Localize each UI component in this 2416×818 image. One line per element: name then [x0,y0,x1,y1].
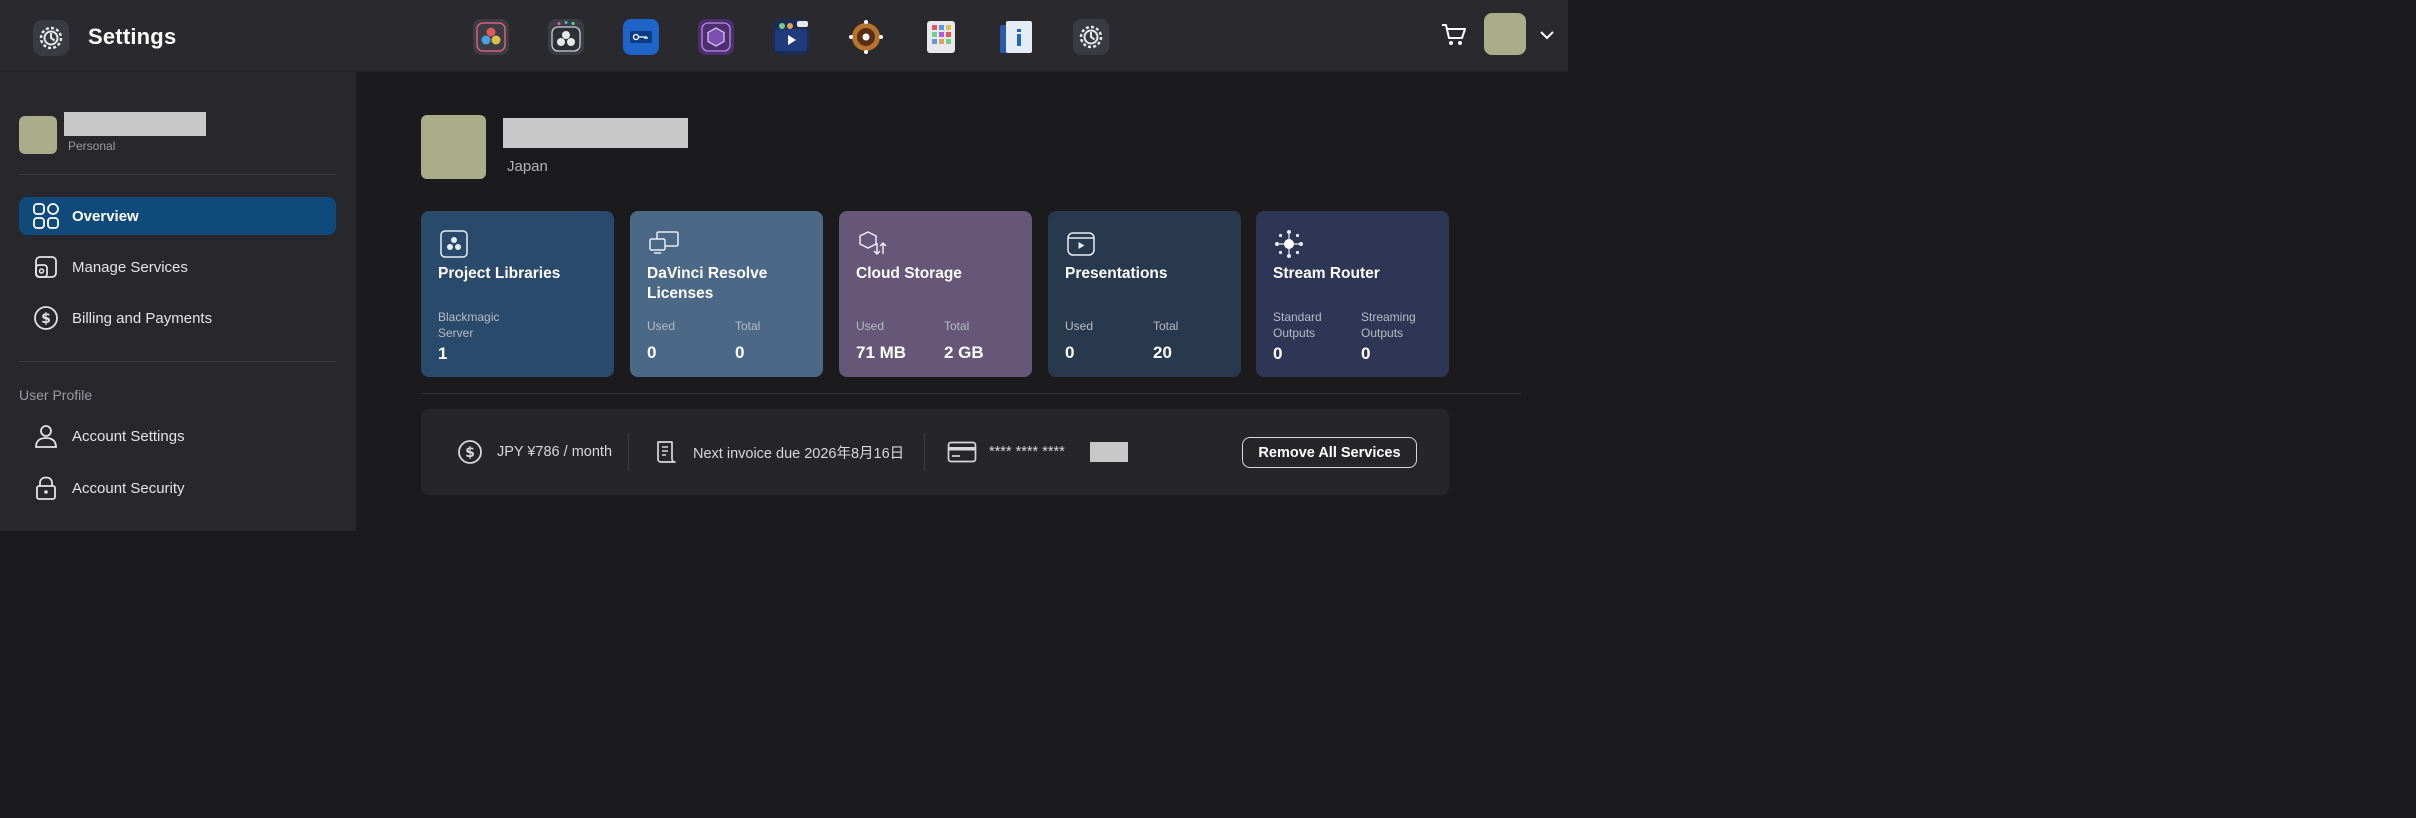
user-avatar[interactable] [1484,13,1526,55]
stat-value: 0 [1065,343,1075,362]
stat-value: 0 [1361,344,1371,363]
card-title: DaVinci Resolve Licenses [647,265,768,302]
top-bar: Settings [0,0,1568,72]
card-presentations[interactable]: Presentations Used 0 Total 20 [1048,211,1241,377]
sidebar: Personal Overview Manage Services $ Bill… [0,72,356,531]
redacted-card-digits [1090,442,1128,462]
stat-total: Total 0 [735,318,815,363]
sidebar-item-label: Billing and Payments [72,309,213,327]
stat-total: Total 20 [1153,318,1233,363]
redacted-profile-name [503,118,688,148]
stat-value: 0 [735,343,745,362]
card-number-masked: **** **** **** [989,444,1065,460]
billing-next-invoice: Next invoice due 2026年8月16日 [653,439,904,465]
stat-streaming-outputs: Streaming Outputs 0 [1361,309,1441,364]
sidebar-item-label: Account Settings [72,427,185,445]
billing-card: **** **** **** [947,439,1065,465]
stat-total: Total 2 GB [944,318,1024,363]
sidebar-item-label: Manage Services [72,258,188,276]
cloud-store-icon[interactable] [698,19,734,55]
stat-label: Used [1065,319,1094,333]
stickies-icon[interactable] [923,19,959,55]
card-project-libraries[interactable]: Project Libraries Blackmagic Server 1 [421,211,614,377]
cart-icon[interactable] [1440,22,1468,48]
profile-country: Japan [507,158,548,175]
stat-label: Total [1153,319,1179,333]
next-invoice-text: Next invoice due 2026年8月16日 [693,445,905,462]
price-text: JPY ¥786 / month [497,444,613,460]
licenses-icon [648,229,679,259]
license-manager-icon[interactable] [623,19,659,55]
lock-icon [32,474,60,502]
stat-label: Total [944,319,970,333]
billing-summary-bar: $ JPY ¥786 / month Next invoice due 2026… [421,409,1449,495]
section-title-user-profile: User Profile [19,387,93,403]
stat-value: 2 GB [944,343,984,362]
sidebar-item-manage-services[interactable]: Manage Services [19,248,336,286]
app-title: Settings [88,24,177,49]
davinci-resolve-icon[interactable] [473,19,509,55]
stat-value: 20 [1153,343,1172,362]
overview-icon [32,202,60,230]
redacted-account-name [64,112,206,136]
card-resolve-licenses[interactable]: DaVinci Resolve Licenses Used 0 Total 0 [630,211,823,377]
stat-label: Standard Outputs [1273,310,1322,340]
account-type: Personal [68,139,116,153]
chevron-down-icon[interactable] [1538,26,1556,44]
svg-text:$: $ [465,445,475,461]
card-title: Stream Router [1273,265,1380,282]
stat-label: Used [856,319,885,333]
settings-logo-icon[interactable] [33,20,69,56]
dollar-icon: $ [32,304,60,332]
stream-router-icon[interactable] [848,19,884,55]
divider [19,361,336,362]
card-title: Presentations [1065,265,1168,282]
settings-app-icon[interactable] [1073,19,1109,55]
stat-value: 0 [647,343,657,362]
stat-used: Used 0 [647,318,727,363]
sidebar-item-account-security[interactable]: Account Security [19,469,336,507]
system-info-icon[interactable] [998,19,1034,55]
stat-standard-outputs: Standard Outputs 0 [1273,309,1353,364]
svg-text:$: $ [41,311,51,327]
dollar-icon: $ [457,439,483,465]
stat-used: Used 71 MB [856,318,936,363]
card-title: Project Libraries [438,265,561,282]
sidebar-item-label: Account Security [72,479,185,497]
separator [924,433,925,471]
stat-value: 71 MB [856,343,907,362]
stat-label: Blackmagic Server [438,310,500,340]
presentations-card-icon [1066,229,1096,259]
sidebar-item-overview[interactable]: Overview [19,197,336,235]
remove-all-services-button[interactable]: Remove All Services [1242,437,1417,468]
divider [421,393,1521,394]
separator [628,433,629,471]
stat-server: Blackmagic Server 1 [438,309,518,364]
card-stream-router[interactable]: Stream Router Standard Outputs 0 Streami… [1256,211,1449,377]
cloud-storage-icon [857,229,887,259]
stat-used: Used 0 [1065,318,1145,363]
stat-value: 1 [438,344,448,363]
card-cloud-storage[interactable]: Cloud Storage Used 71 MB Total 2 GB [839,211,1032,377]
sidebar-item-account-settings[interactable]: Account Settings [19,417,336,455]
sidebar-item-billing[interactable]: $ Billing and Payments [19,299,336,337]
stat-label: Used [647,319,676,333]
sidebar-item-label: Overview [72,207,139,225]
credit-card-icon [947,439,977,465]
user-icon [32,422,60,450]
profile-avatar [421,115,486,179]
project-libraries-icon [439,229,469,259]
project-server-icon[interactable] [548,19,584,55]
billing-price: $ JPY ¥786 / month [457,439,612,465]
invoice-icon [653,439,679,465]
sidebar-avatar [19,116,57,154]
stat-label: Streaming Outputs [1361,310,1416,340]
divider [19,174,336,175]
card-title: Cloud Storage [856,265,962,282]
stat-label: Total [735,319,761,333]
stat-value: 0 [1273,344,1283,363]
presentations-icon[interactable] [773,19,809,55]
stream-router-card-icon [1274,229,1304,259]
manage-services-icon [32,253,60,281]
